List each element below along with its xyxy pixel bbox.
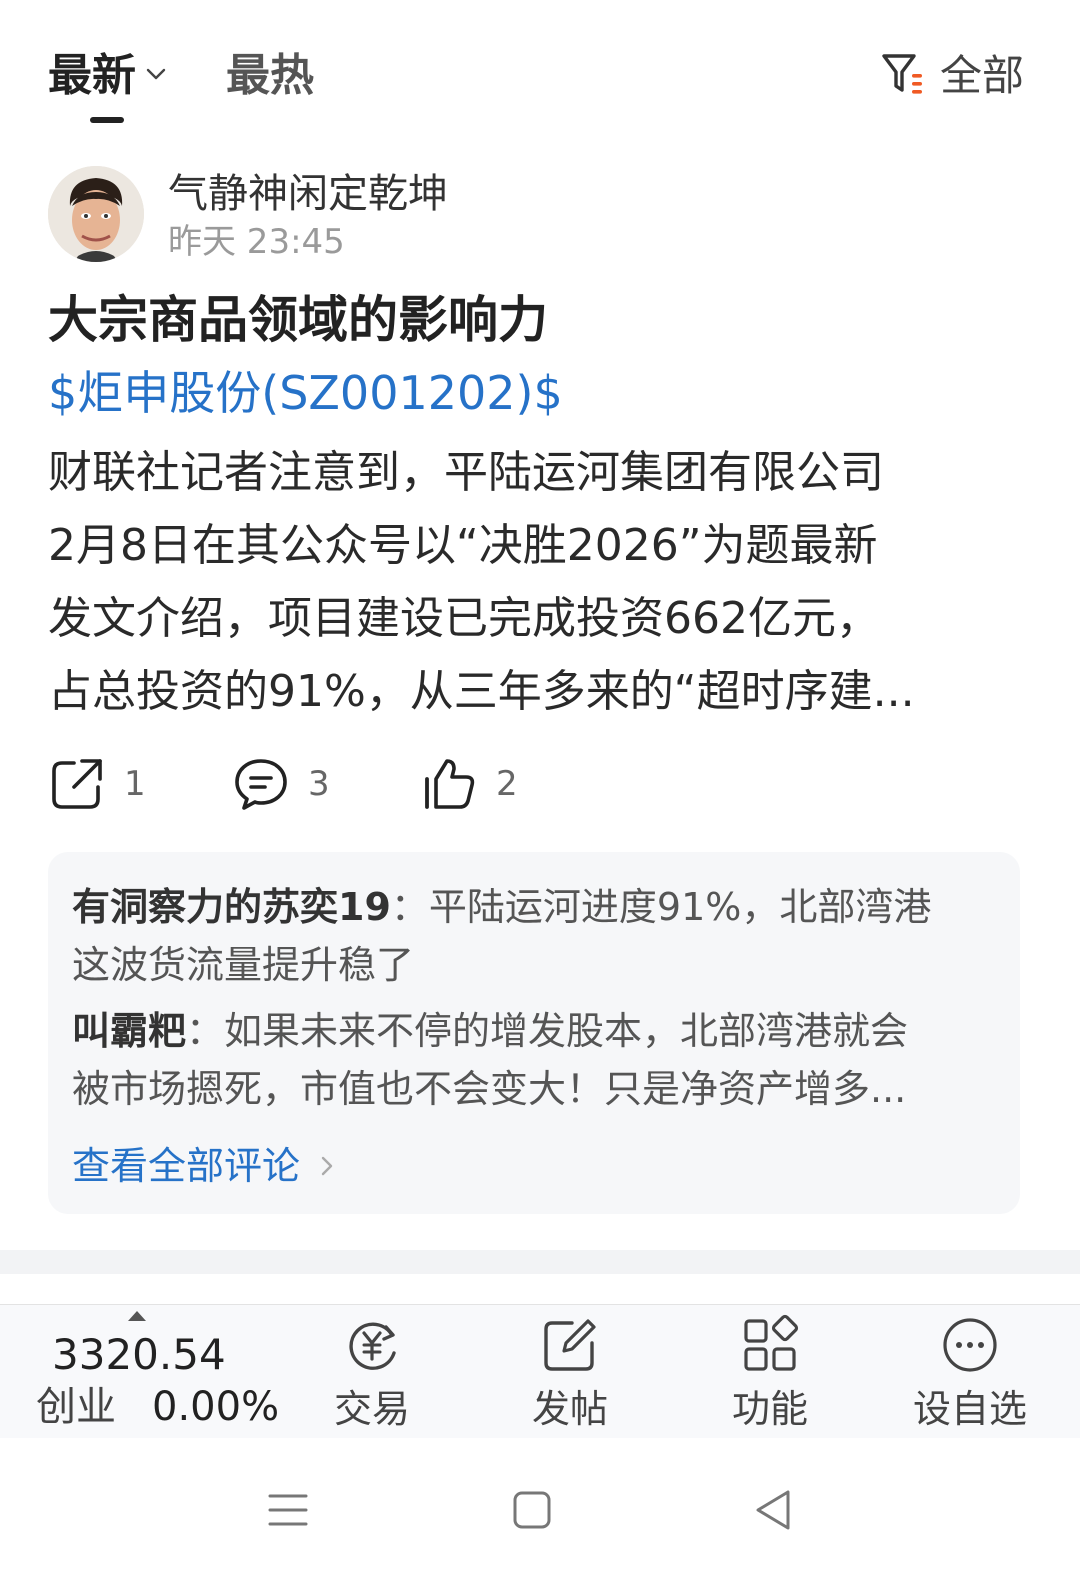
thumbs-up-icon <box>425 759 475 809</box>
stock-tag-link[interactable]: $炬申股份(SZ001202)$ <box>48 362 563 424</box>
author-name[interactable]: 气静神闲定乾坤 <box>168 168 448 220</box>
comments-preview: 有洞察力的苏奕19：平陆运河进度91%，北部湾港 这波货流量提升稳了 叫霸粑：如… <box>48 852 1020 1214</box>
comment-button[interactable]: 3 <box>232 752 330 816</box>
comment-text: 被市场摁死，市值也不会变大！只是净资产增多... <box>72 1067 907 1111</box>
share-button[interactable]: 1 <box>48 752 146 816</box>
yuan-exchange-icon <box>349 1322 396 1370</box>
comment-item[interactable]: 有洞察力的苏奕19：平陆运河进度91%，北部湾港 这波货流量提升稳了 <box>72 878 996 994</box>
nav-post[interactable]: 发帖 <box>500 1313 640 1435</box>
like-button[interactable]: 2 <box>420 752 518 816</box>
filter-icon[interactable] <box>880 50 926 98</box>
comment-text: 这波货流量提升稳了 <box>72 943 415 987</box>
avatar-face-icon <box>48 166 144 262</box>
nav-trade-label: 交易 <box>333 1387 410 1431</box>
comment-item[interactable]: 叫霸粑：如果未来不停的增发股本，北部湾港就会 被市场摁死，市值也不会变大！只是净… <box>72 1002 996 1118</box>
filter-all-label[interactable]: 全部 <box>940 48 1024 104</box>
nav-post-label: 发帖 <box>531 1387 608 1431</box>
nav-add-watchlist-label: 设自选 <box>912 1387 1027 1431</box>
up-arrow-icon <box>128 1311 146 1321</box>
view-all-comments-label: 查看全部评论 <box>72 1144 301 1188</box>
chevron-right-icon <box>321 1156 333 1176</box>
section-divider <box>0 1250 1080 1274</box>
tab-hot[interactable]: 最热 <box>226 48 314 104</box>
nav-add-watchlist[interactable]: 设自选 <box>900 1313 1040 1435</box>
view-all-comments-link[interactable]: 查看全部评论 <box>72 1140 340 1192</box>
post-body-line: 2月8日在其公众号以“决胜2026”为题最新 <box>48 520 878 571</box>
comment-text: ：平陆运河进度91%，北部湾港 <box>390 885 932 929</box>
nav-functions-label: 功能 <box>731 1387 808 1431</box>
post-body-line: 发文介绍，项目建设已完成投资662亿元， <box>48 593 880 644</box>
comment-user[interactable]: 有洞察力的苏奕19 <box>72 885 391 929</box>
comment-text: ：如果未来不停的增发股本，北部湾港就会 <box>186 1009 909 1053</box>
comment-icon <box>235 759 287 810</box>
index-value: 3320.54 <box>52 1330 226 1379</box>
post-title[interactable]: 大宗商品领域的影响力 <box>48 288 548 352</box>
comment-count: 3 <box>308 764 330 804</box>
system-navigation-bar <box>0 1438 1080 1584</box>
home-square-icon[interactable] <box>502 1480 562 1540</box>
share-count: 1 <box>124 764 146 804</box>
index-change: 0.00% <box>152 1384 280 1430</box>
post-body[interactable]: 财联社记者注意到，平陆运河集团有限公司 2月8日在其公众号以“决胜2026”为题… <box>48 436 1038 728</box>
nav-trade[interactable]: 交易 <box>302 1313 442 1435</box>
nav-functions[interactable]: 功能 <box>700 1313 840 1435</box>
avatar[interactable] <box>48 166 144 262</box>
index-name: 创业 <box>36 1384 116 1430</box>
more-dots-icon <box>943 1318 997 1372</box>
post-body-line: 财联社记者注意到，平陆运河集团有限公司 <box>48 447 884 498</box>
menu-icon[interactable] <box>258 1480 318 1540</box>
grid-apps-icon <box>744 1314 799 1371</box>
back-triangle-icon[interactable] <box>744 1480 804 1540</box>
share-icon <box>52 759 102 809</box>
like-count: 2 <box>496 764 518 804</box>
active-tab-indicator <box>90 117 124 123</box>
post-body-line: 占总投资的91%，从三年多来的“超时序建... <box>48 666 915 717</box>
edit-post-icon <box>544 1319 596 1371</box>
post-timestamp: 昨天 23:45 <box>168 222 345 262</box>
bottom-toolbar: 3320.54 创业 0.00% 交易 发帖 功能 设自选 <box>0 1304 1080 1439</box>
chevron-down-icon[interactable] <box>142 60 170 88</box>
tab-latest[interactable]: 最新 <box>48 48 136 104</box>
comment-user[interactable]: 叫霸粑 <box>72 1009 186 1053</box>
